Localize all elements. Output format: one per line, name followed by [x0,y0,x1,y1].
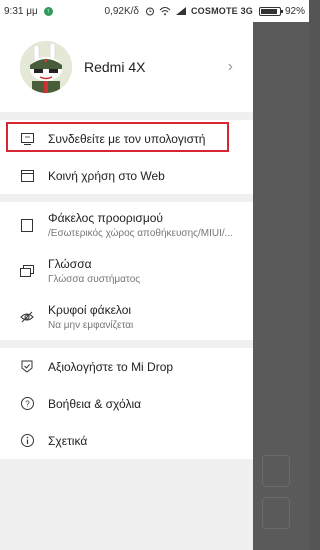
battery-level: 92% [284,5,305,17]
svg-text:?: ? [25,400,30,409]
menu-group-settings: Φάκελος προορισμού /Εσωτερικός χώρος απο… [0,202,253,340]
menu-item-language[interactable]: Γλώσσα Γλώσσα συστήματος [0,248,253,294]
status-speed: 0,92K/δ [104,5,139,17]
signal-icon [175,7,186,15]
background-overlay[interactable] [253,22,309,550]
device-name: Redmi 4X [84,59,146,75]
browser-icon [20,169,34,183]
menu-item-about[interactable]: Σχετικά [0,422,253,459]
menu-item-connect-pc[interactable]: Συνδεθείτε με τον υπολογιστή [0,120,253,157]
menu-item-label: Σχετικά [48,433,88,448]
menu-item-label: Κρυφοί φάκελοι [48,303,132,317]
menu-item-label: Φάκελος προορισμού [48,211,163,225]
menu-group-info: Αξιολογήστε το Mi Drop ? Βοήθεια & σχόλι… [0,348,253,459]
status-time: 9:31 μμ [4,5,38,17]
status-bar: 9:31 μμ ↑ 0,92K/δ COSMOTE 3G 92% [0,0,309,22]
help-icon: ? [20,397,34,411]
menu-item-label: Κοινή χρήση στο Web [48,168,165,183]
highlight-box [6,122,229,152]
menu-item-help[interactable]: ? Βοήθεια & σχόλια [0,385,253,422]
menu-item-rate[interactable]: Αξιολογήστε το Mi Drop [0,348,253,385]
info-icon [20,434,34,448]
carrier-name: COSMOTE 3G [190,6,253,16]
chevron-right-icon: › [227,58,233,75]
folder-icon [20,218,34,232]
menu-item-hidden-folders[interactable]: Κρυφοί φάκελοι Να μην εμφανίζεται [0,294,253,340]
alarm-icon [145,7,154,16]
background-card [262,455,290,487]
sync-icon: ↑ [43,6,53,16]
menu-item-label: Γλώσσα [48,257,92,271]
language-icon [20,264,34,278]
menu-item-label: Βοήθεια & σχόλια [48,396,142,411]
menu-item-value: Γλώσσα συστήματος [48,274,141,285]
menu-item-value: /Εσωτερικός χώρος αποθήκευσης/MIUI/... [48,228,233,239]
device-profile[interactable]: Redmi 4X › [0,22,253,112]
battery-icon [258,6,283,16]
menu-group-connect: Συνδεθείτε με τον υπολογιστή Κοινή χρήση… [0,120,253,194]
menu-item-destination-folder[interactable]: Φάκελος προορισμού /Εσωτερικός χώρος απο… [0,202,253,248]
navigation-drawer: Redmi 4X › Συνδεθείτε με τον υπολογιστή … [0,22,253,550]
menu-item-web-share[interactable]: Κοινή χρήση στο Web [0,157,253,194]
wifi-icon [159,7,171,16]
avatar [20,41,72,93]
shield-check-icon [20,360,34,374]
menu-item-value: Να μην εμφανίζεται [48,320,134,331]
menu-item-label: Αξιολογήστε το Mi Drop [48,359,174,374]
eye-off-icon [20,310,34,324]
background-card [262,497,290,529]
